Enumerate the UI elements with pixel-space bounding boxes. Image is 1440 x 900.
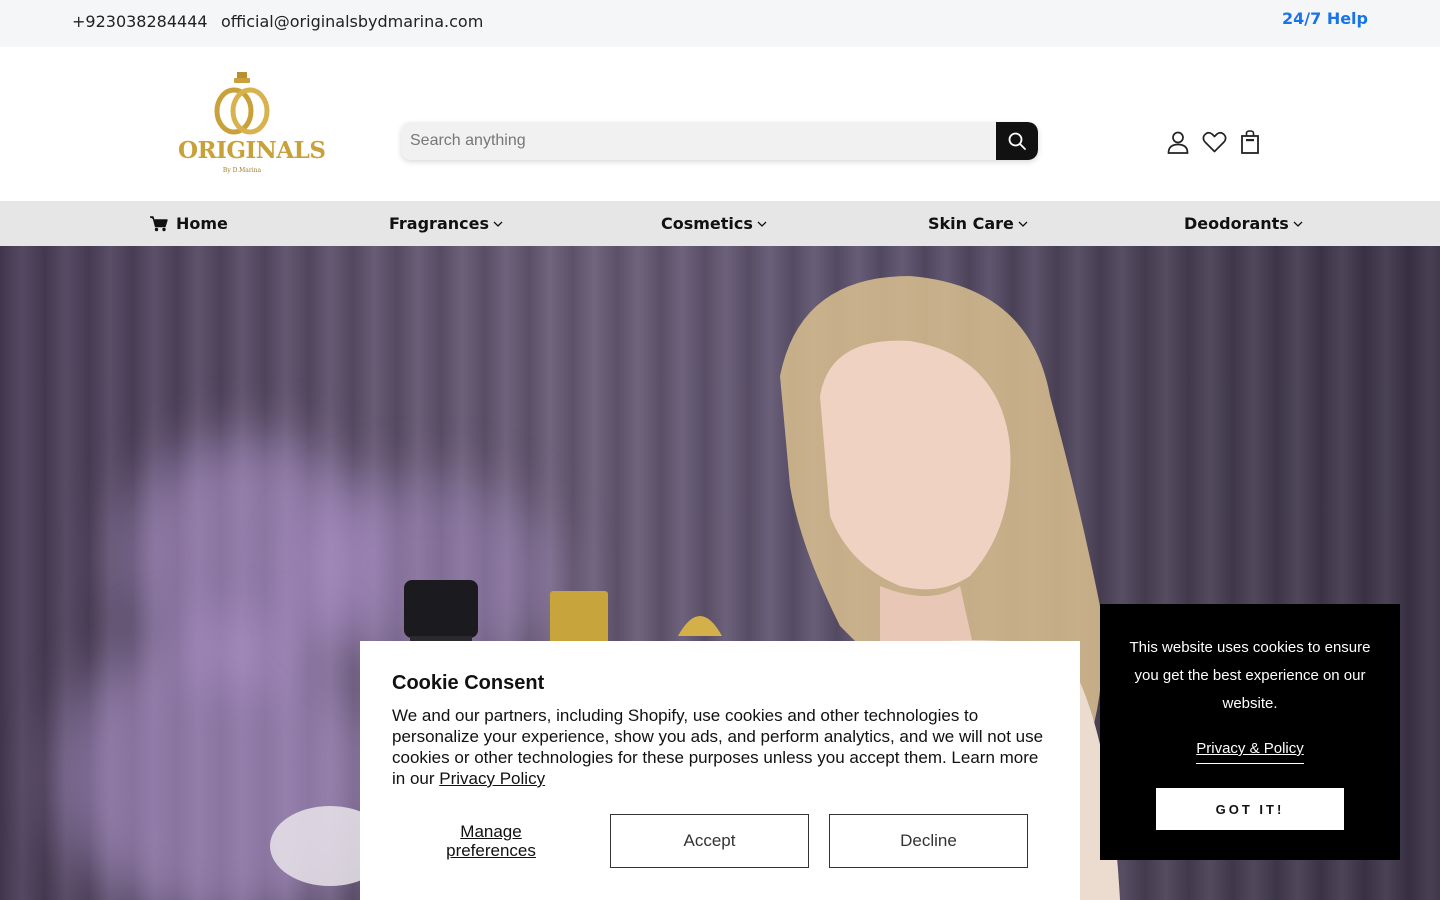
perfume-ring-logo-icon <box>214 72 270 135</box>
cookie-notice-policy: Privacy & Policy <box>1100 738 1400 764</box>
contact-phone[interactable]: +923038284444 <box>72 12 208 31</box>
accept-button[interactable]: Accept <box>610 814 809 868</box>
cookie-consent-dialog: Cookie Consent We and our partners, incl… <box>360 641 1080 900</box>
shopping-bag-icon <box>1241 129 1259 154</box>
nav-label-skin-care: Skin Care <box>928 214 1014 233</box>
main-nav: Home Fragrances Cosmetics Skin Care Deod… <box>0 201 1440 246</box>
contact-email[interactable]: official@originalsbydmarina.com <box>221 12 483 31</box>
cart-icon <box>150 215 168 231</box>
nav-label-home: Home <box>176 214 228 233</box>
decline-button[interactable]: Decline <box>829 814 1028 868</box>
nav-item-skin-care[interactable]: Skin Care <box>928 214 1028 233</box>
cookie-notice-message: This website uses cookies to ensure you … <box>1129 639 1371 712</box>
chevron-down-icon <box>757 221 767 227</box>
nav-label-deodorants: Deodorants <box>1184 214 1289 233</box>
nav-label-cosmetics: Cosmetics <box>661 214 753 233</box>
help-link[interactable]: 24/7 Help <box>1282 9 1368 28</box>
nav-item-cosmetics[interactable]: Cosmetics <box>661 214 767 233</box>
consent-title: Cookie Consent <box>392 672 545 694</box>
search-input[interactable] <box>401 122 996 160</box>
chevron-down-icon <box>1293 221 1303 227</box>
nav-item-home[interactable]: Home <box>150 214 228 233</box>
header-actions <box>1165 129 1263 155</box>
brand-tagline: By D.Marina <box>222 167 262 174</box>
nav-item-fragrances[interactable]: Fragrances <box>389 214 503 233</box>
manage-preferences-link[interactable]: Manage preferences <box>432 822 550 860</box>
chevron-down-icon <box>493 221 503 227</box>
wishlist-button[interactable] <box>1201 129 1227 155</box>
bottle-cap-gold-2 <box>678 616 722 636</box>
nav-item-deodorants[interactable]: Deodorants <box>1184 214 1303 233</box>
heart-icon <box>1202 131 1226 153</box>
user-icon <box>1167 131 1189 154</box>
bottle-cap-black <box>404 580 478 638</box>
search-icon <box>1008 132 1026 150</box>
got-it-button[interactable]: GOT IT! <box>1156 788 1344 830</box>
consent-body: We and our partners, including Shopify, … <box>392 705 1052 789</box>
search-bar <box>401 122 1038 160</box>
nav-label-fragrances: Fragrances <box>389 214 489 233</box>
brand-name: ORIGINALS <box>178 137 326 164</box>
brand-logo[interactable]: ORIGINALS By D.Marina <box>178 69 326 179</box>
cookie-notice: This website uses cookies to ensure you … <box>1100 604 1400 860</box>
cart-button[interactable] <box>1237 129 1263 155</box>
account-button[interactable] <box>1165 129 1191 155</box>
consent-privacy-link[interactable]: Privacy Policy <box>439 769 545 788</box>
chevron-down-icon <box>1018 221 1028 227</box>
search-button[interactable] <box>996 122 1038 160</box>
site-header: ORIGINALS By D.Marina <box>0 47 1440 201</box>
privacy-policy-link[interactable]: Privacy & Policy <box>1196 740 1304 764</box>
top-bar: +923038284444 official@originalsbydmarin… <box>0 0 1440 47</box>
